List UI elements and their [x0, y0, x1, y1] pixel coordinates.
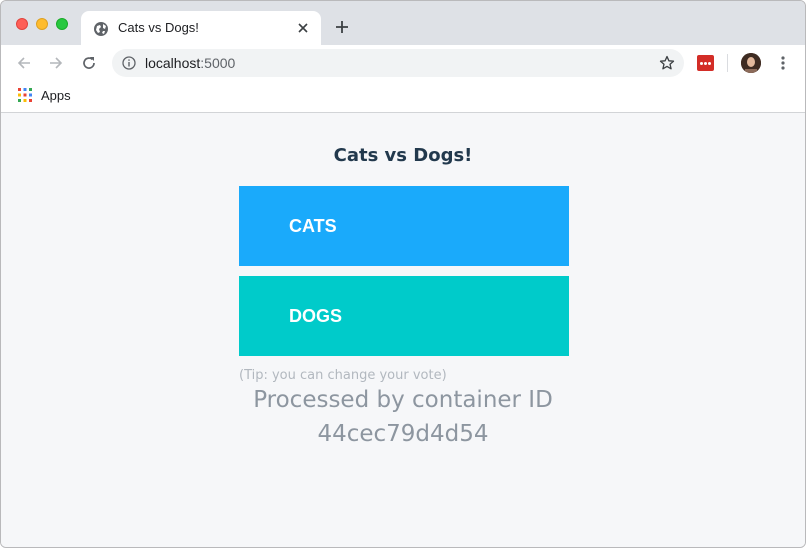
tab-title: Cats vs Dogs! — [118, 20, 199, 35]
close-icon[interactable] — [295, 20, 311, 36]
tab-cats-vs-dogs[interactable]: Cats vs Dogs! — [81, 11, 321, 45]
address-bar[interactable]: localhost:5000 — [112, 49, 684, 77]
url-host: localhost — [145, 55, 201, 71]
tip-text: (Tip: you can change your vote) — [239, 368, 447, 383]
url-text[interactable]: localhost:5000 — [145, 55, 235, 71]
page-title: Cats vs Dogs! — [333, 145, 473, 166]
reload-icon[interactable] — [80, 54, 98, 72]
avatar[interactable] — [741, 53, 761, 73]
more-vert-icon[interactable] — [780, 55, 786, 71]
vote-dogs-button[interactable]: DOGS — [239, 276, 569, 356]
bookmarks-bar: Apps — [1, 82, 805, 113]
forward-arrow-icon[interactable] — [47, 54, 65, 72]
back-arrow-icon[interactable] — [15, 54, 33, 72]
minimize-window-button[interactable] — [36, 18, 48, 30]
star-icon[interactable] — [659, 55, 675, 71]
browser-toolbar: localhost:5000 — [1, 45, 805, 82]
tab-strip: Cats vs Dogs! — [1, 1, 805, 45]
apps-bookmark[interactable]: Apps — [41, 88, 71, 103]
info-icon[interactable] — [122, 56, 136, 70]
page-content: Cats vs Dogs! CATS DOGS (Tip: you can ch… — [1, 113, 805, 547]
container-info: Processed by container ID 44cec79d4d54 — [1, 383, 805, 451]
plus-icon[interactable] — [334, 19, 350, 35]
toolbar-divider — [727, 54, 728, 72]
container-id: 44cec79d4d54 — [317, 421, 489, 447]
globe-icon — [94, 22, 108, 36]
processed-label: Processed by container ID — [253, 387, 553, 413]
close-window-button[interactable] — [16, 18, 28, 30]
apps-grid-icon[interactable] — [18, 88, 32, 102]
vote-cats-button[interactable]: CATS — [239, 186, 569, 266]
extension-icon[interactable] — [697, 55, 714, 71]
maximize-window-button[interactable] — [56, 18, 68, 30]
url-port: :5000 — [200, 55, 236, 71]
browser-window: Cats vs Dogs! localhost:5000 Apps Cats v… — [0, 0, 806, 548]
